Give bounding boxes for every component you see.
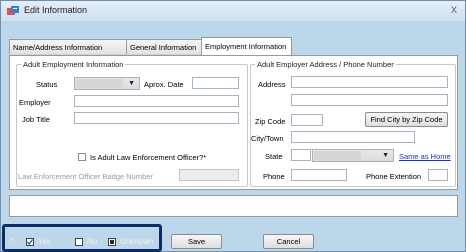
state-label: State xyxy=(265,152,283,161)
phone-extension-field[interactable] xyxy=(428,169,448,181)
phone-field[interactable] xyxy=(291,169,347,181)
job-title-label: Job Title xyxy=(22,115,50,124)
state-selected-value xyxy=(314,151,361,160)
officer-checkbox-label: Is Adult Law Enforcement Officer?* xyxy=(90,153,207,162)
status-select[interactable]: ▼ xyxy=(74,77,140,90)
tab-name-address[interactable]: Name/Address Information xyxy=(9,39,127,54)
close-icon[interactable]: X xyxy=(447,4,461,16)
same-as-home-link[interactable]: Same as Home xyxy=(399,152,451,161)
edit-information-window: Edit Information X Name/Address Informat… xyxy=(0,0,466,252)
address-line2-field[interactable] xyxy=(291,94,448,106)
badge-number-field[interactable] xyxy=(179,169,239,181)
app-icon xyxy=(7,6,19,15)
window-title: Edit Information xyxy=(24,5,88,15)
address-line1-field[interactable] xyxy=(291,76,448,88)
badge-number-label: Law Enforcement Officer Badge Number xyxy=(18,172,153,181)
aprox-date-label: Aprox. Date xyxy=(144,80,184,89)
phone-extension-label: Phone Extention xyxy=(366,172,422,181)
employer-field[interactable] xyxy=(74,95,239,107)
chevron-down-icon: ▼ xyxy=(128,80,135,87)
adult-employment-legend: Adult Employment Information xyxy=(23,60,124,69)
title-bar: Edit Information X xyxy=(1,1,465,21)
status-label: Status xyxy=(36,80,58,89)
unknown-indeterminate-icon xyxy=(108,238,116,246)
zip-code-field[interactable] xyxy=(291,114,323,126)
address-label: Address xyxy=(258,80,286,89)
legend-no-label: No xyxy=(87,237,98,246)
chevron-down-icon: ▼ xyxy=(382,152,389,159)
state-code-field[interactable] xyxy=(291,149,311,161)
zip-code-label: Zip Code xyxy=(255,117,286,126)
city-town-label: City/Town xyxy=(251,134,284,143)
city-town-field[interactable] xyxy=(291,131,415,143)
save-button[interactable]: Save xyxy=(171,234,222,249)
employment-panel: Adult Employment Information Status ▼ Ap… xyxy=(9,55,458,190)
legend-yes-label: Yes xyxy=(38,237,52,246)
cancel-button[interactable]: Cancel xyxy=(263,234,314,249)
aprox-date-field[interactable] xyxy=(192,77,239,89)
find-city-button[interactable]: Find City by Zip Code xyxy=(365,112,448,127)
notes-area xyxy=(9,195,458,217)
employer-label: Employer xyxy=(19,98,51,107)
officer-checkbox[interactable] xyxy=(78,153,86,161)
tab-employment[interactable]: Employment Information xyxy=(201,37,292,55)
yes-checked-icon xyxy=(26,238,34,246)
status-selected-value xyxy=(76,79,123,88)
state-select[interactable]: ▼ xyxy=(312,149,394,162)
job-title-field[interactable] xyxy=(74,112,239,124)
legend-asterisk: *- xyxy=(10,237,16,246)
employer-address-legend: Adult Employer Address / Phone Number xyxy=(257,60,394,69)
phone-label: Phone xyxy=(263,172,285,181)
legend-unknown-label: Unknown xyxy=(120,237,154,246)
tab-general[interactable]: General Information xyxy=(126,39,202,54)
no-unchecked-icon xyxy=(75,238,83,246)
